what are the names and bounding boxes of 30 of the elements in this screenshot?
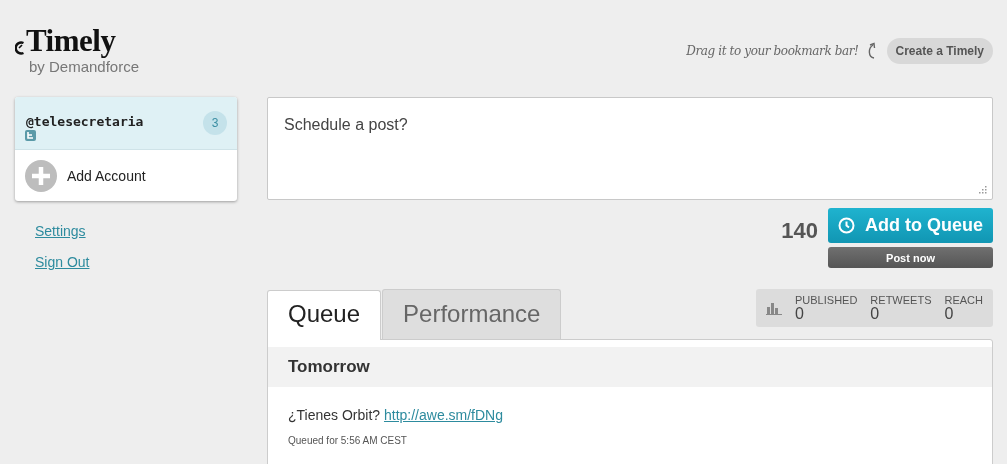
stat-label: PUBLISHED (795, 294, 858, 306)
count-badge: 3 (203, 111, 227, 135)
tab[interactable]: Queue (267, 290, 382, 340)
post-field[interactable]: Schedule a post? (267, 97, 993, 200)
sidebar-link[interactable]: Sign Out (35, 254, 237, 270)
byline: by Demandforce (29, 58, 140, 75)
day-header: Tomorrow (268, 347, 992, 387)
stat-label: RETWEETS (870, 294, 932, 306)
tab[interactable]: Performance (382, 289, 562, 339)
account-name: @telesecretaria (26, 113, 144, 129)
bookmark-hint: Drag it to your bookmark bar! (686, 44, 859, 58)
add-account-link[interactable]: Add Account (67, 167, 146, 184)
stat-label: REACH (944, 294, 983, 306)
sidebar-link[interactable]: Settings (35, 223, 237, 239)
post-now-button[interactable]: Post now (828, 247, 993, 268)
plus-icon[interactable] (25, 159, 57, 192)
post-link[interactable]: http://awe.sm/fDNg (383, 407, 503, 423)
stat-value: 0 (795, 306, 805, 322)
logo-text: Timely (26, 26, 116, 56)
bar-chart-icon (766, 301, 782, 315)
queued-time: Queued for 5:56 AM CEST (288, 435, 407, 446)
character-counter: 140 (781, 218, 818, 245)
add-to-queue-button[interactable]: Add to Queue (828, 208, 993, 243)
stat-value: 0 (944, 306, 955, 322)
clock-icon (838, 217, 855, 234)
post-text: ¿Tienes Orbit? http://awe.sm/fDNg (288, 407, 504, 423)
stat-value: 0 (870, 306, 881, 322)
create-timely-button[interactable]: Create a Timely (886, 38, 993, 64)
resize-grip-icon[interactable] (978, 185, 987, 194)
account-item[interactable]: @telesecretaria 3 (15, 97, 237, 150)
